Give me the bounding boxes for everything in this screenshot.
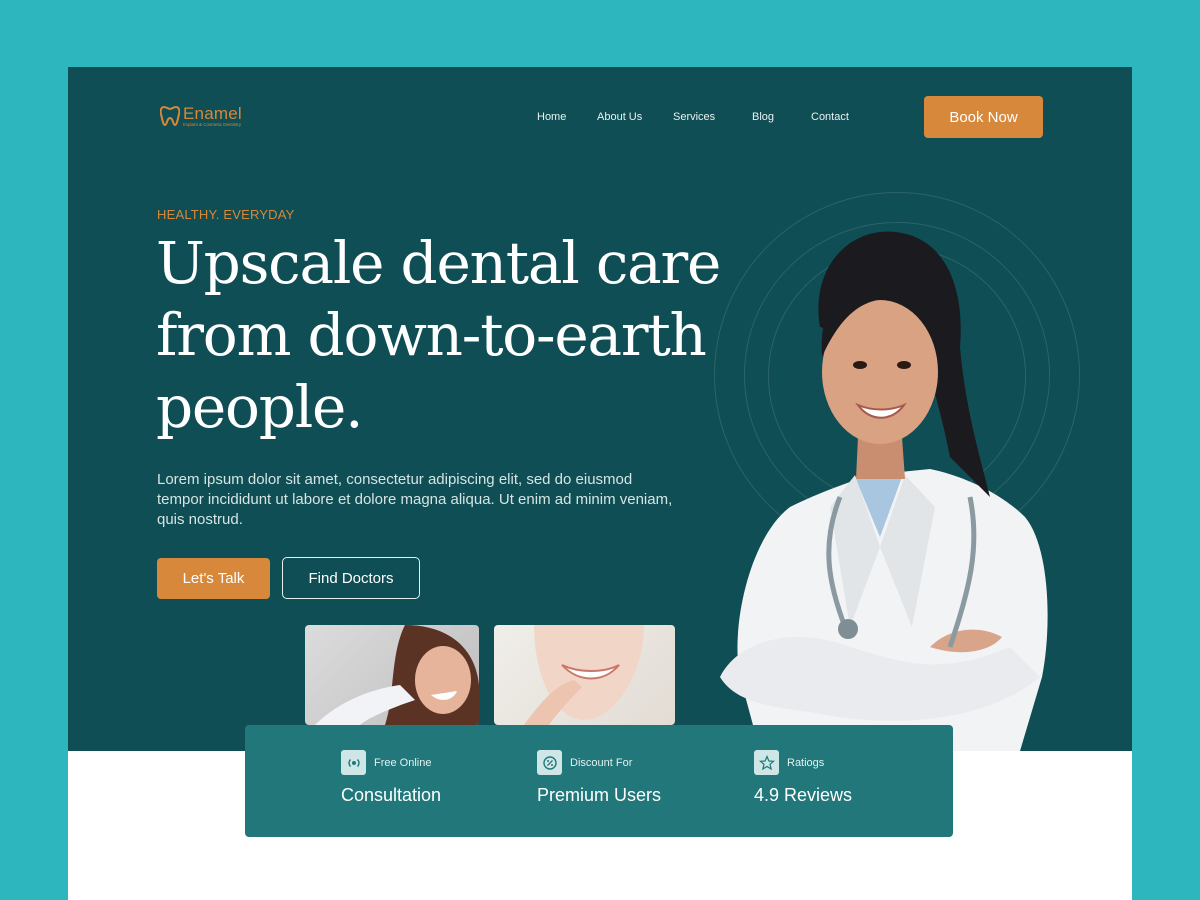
- dental-checkup-photo: [305, 625, 479, 725]
- stat-label: Ratiogs: [787, 756, 825, 769]
- landing-page: Enamel Implant & Cosmetic Dentistry Home…: [68, 67, 1132, 900]
- hero-section: Enamel Implant & Cosmetic Dentistry Home…: [68, 67, 1132, 751]
- lets-talk-button[interactable]: Let's Talk: [157, 558, 270, 599]
- hero-description: Lorem ipsum dolor sit amet, consectetur …: [157, 471, 673, 528]
- stat-value: Consultation: [341, 785, 442, 805]
- hero-eyebrow: HEALTHY. EVERYDAY: [157, 207, 295, 222]
- discount-icon: [537, 750, 562, 775]
- stat-ratings: Ratiogs 4.9 Reviews: [754, 750, 852, 806]
- stat-value: Premium Users: [537, 785, 662, 805]
- star-icon: [754, 750, 779, 775]
- stat-value: 4.9 Reviews: [754, 785, 853, 805]
- nav-services[interactable]: Services: [673, 111, 715, 123]
- nav-blog[interactable]: Blog: [752, 111, 774, 123]
- stat-discount: Discount For Premium Users: [537, 750, 661, 806]
- stat-label: Free Online: [374, 756, 432, 769]
- stat-label: Discount For: [570, 756, 633, 769]
- nav-home[interactable]: Home: [537, 111, 566, 123]
- doctor-photo: [720, 231, 1048, 751]
- nav-contact[interactable]: Contact: [811, 111, 849, 123]
- stat-consultation: Free Online Consultation: [341, 750, 441, 806]
- nav-about-us[interactable]: About Us: [597, 111, 642, 123]
- broadcast-icon: [341, 750, 366, 775]
- stats-bar: Free Online Consultation Discount For Pr…: [245, 725, 953, 837]
- smile-closeup-photo: [494, 625, 675, 725]
- find-doctors-button[interactable]: Find Doctors: [282, 557, 420, 599]
- book-now-button[interactable]: Book Now: [924, 96, 1043, 138]
